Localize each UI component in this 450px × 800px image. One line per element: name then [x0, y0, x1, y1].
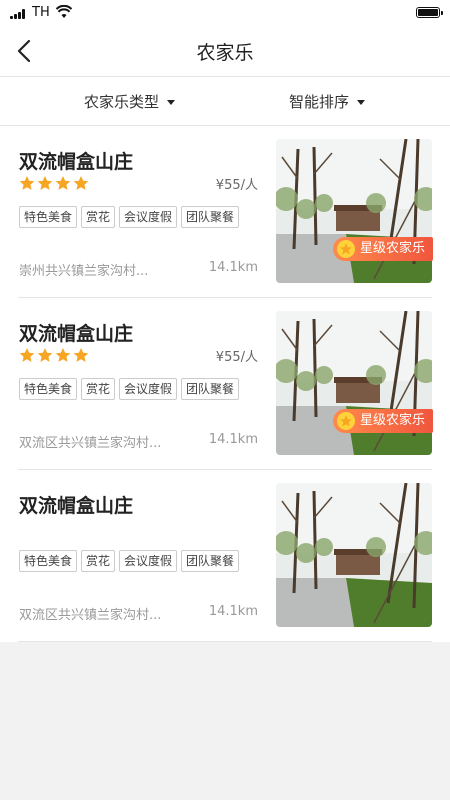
tag: 赏花 — [81, 550, 116, 572]
star-icon — [37, 347, 53, 363]
filter-sort-label: 智能排序 — [289, 93, 350, 111]
star-icon — [55, 347, 71, 363]
tag-list: 特色美食 赏花 会议度假 团队聚餐 — [19, 206, 258, 228]
tag: 特色美食 — [19, 378, 78, 400]
caret-down-icon — [357, 100, 366, 105]
rating-stars — [19, 347, 91, 363]
status-bar: TH — [0, 0, 450, 26]
item-price: ¥55/人 — [215, 350, 258, 365]
tag: 特色美食 — [19, 550, 78, 572]
item-name: 双流帽盒山庄 — [19, 495, 134, 517]
item-name: 双流帽盒山庄 — [19, 323, 134, 345]
filter-bar: 农家乐类型 智能排序 — [0, 77, 450, 126]
star-rated-badge: 星级农家乐 — [333, 409, 434, 433]
item-address: 双流区共兴镇兰家沟村... — [19, 436, 162, 451]
park-photo — [276, 483, 432, 627]
list-item[interactable]: 双流帽盒山庄 ¥55/人 特色美食 赏花 会议度假 团队聚餐 崇州共兴镇兰家沟村...… — [0, 126, 450, 298]
badge-label: 星级农家乐 — [360, 413, 426, 428]
tag: 会议度假 — [119, 378, 178, 400]
badge-label: 星级农家乐 — [360, 241, 426, 256]
caret-down-icon — [167, 100, 176, 105]
filter-type-dropdown[interactable]: 农家乐类型 — [84, 91, 176, 112]
star-rated-badge: 星级农家乐 — [333, 237, 434, 261]
page-title: 农家乐 — [196, 42, 254, 64]
star-icon — [73, 175, 89, 191]
wifi-icon — [56, 5, 72, 18]
star-icon — [337, 240, 355, 258]
tag: 团队聚餐 — [181, 550, 240, 572]
tag: 赏花 — [81, 378, 116, 400]
tag: 团队聚餐 — [181, 378, 240, 400]
list-item[interactable]: 双流帽盒山庄 ¥55/人 特色美食 赏花 会议度假 团队聚餐 双流区共兴镇兰家沟村..… — [0, 298, 450, 470]
star-icon — [337, 412, 355, 430]
tag: 会议度假 — [119, 550, 178, 572]
star-icon — [37, 175, 53, 191]
rating-stars — [19, 175, 91, 191]
divider — [18, 641, 432, 642]
carrier-label: TH — [32, 5, 50, 20]
filter-type-label: 农家乐类型 — [84, 93, 160, 111]
signal-icon — [10, 9, 30, 19]
navigation-bar: 农家乐 — [0, 26, 450, 77]
star-icon — [55, 175, 71, 191]
tag: 会议度假 — [119, 206, 178, 228]
star-icon — [73, 347, 89, 363]
item-distance: 14.1km — [208, 432, 258, 447]
tag: 团队聚餐 — [181, 206, 240, 228]
filter-sort-dropdown[interactable]: 智能排序 — [289, 91, 366, 112]
item-name: 双流帽盒山庄 — [19, 151, 134, 173]
star-icon — [19, 347, 35, 363]
item-address: 崇州共兴镇兰家沟村... — [19, 264, 149, 279]
item-price: ¥55/人 — [215, 178, 258, 193]
tag-list: 特色美食 赏花 会议度假 团队聚餐 — [19, 550, 258, 572]
farmhouse-list: 双流帽盒山庄 ¥55/人 特色美食 赏花 会议度假 团队聚餐 崇州共兴镇兰家沟村...… — [0, 126, 450, 642]
park-photo — [276, 139, 432, 283]
tag: 特色美食 — [19, 206, 78, 228]
park-photo — [276, 311, 432, 455]
star-icon — [19, 175, 35, 191]
item-address: 双流区共兴镇兰家沟村... — [19, 608, 162, 623]
item-distance: 14.1km — [208, 260, 258, 275]
list-item[interactable]: 双流帽盒山庄 特色美食 赏花 会议度假 团队聚餐 双流区共兴镇兰家沟村... 14.1… — [0, 470, 450, 642]
battery-icon — [416, 7, 443, 18]
item-distance: 14.1km — [208, 604, 258, 619]
tag-list: 特色美食 赏花 会议度假 团队聚餐 — [19, 378, 258, 400]
tag: 赏花 — [81, 206, 116, 228]
